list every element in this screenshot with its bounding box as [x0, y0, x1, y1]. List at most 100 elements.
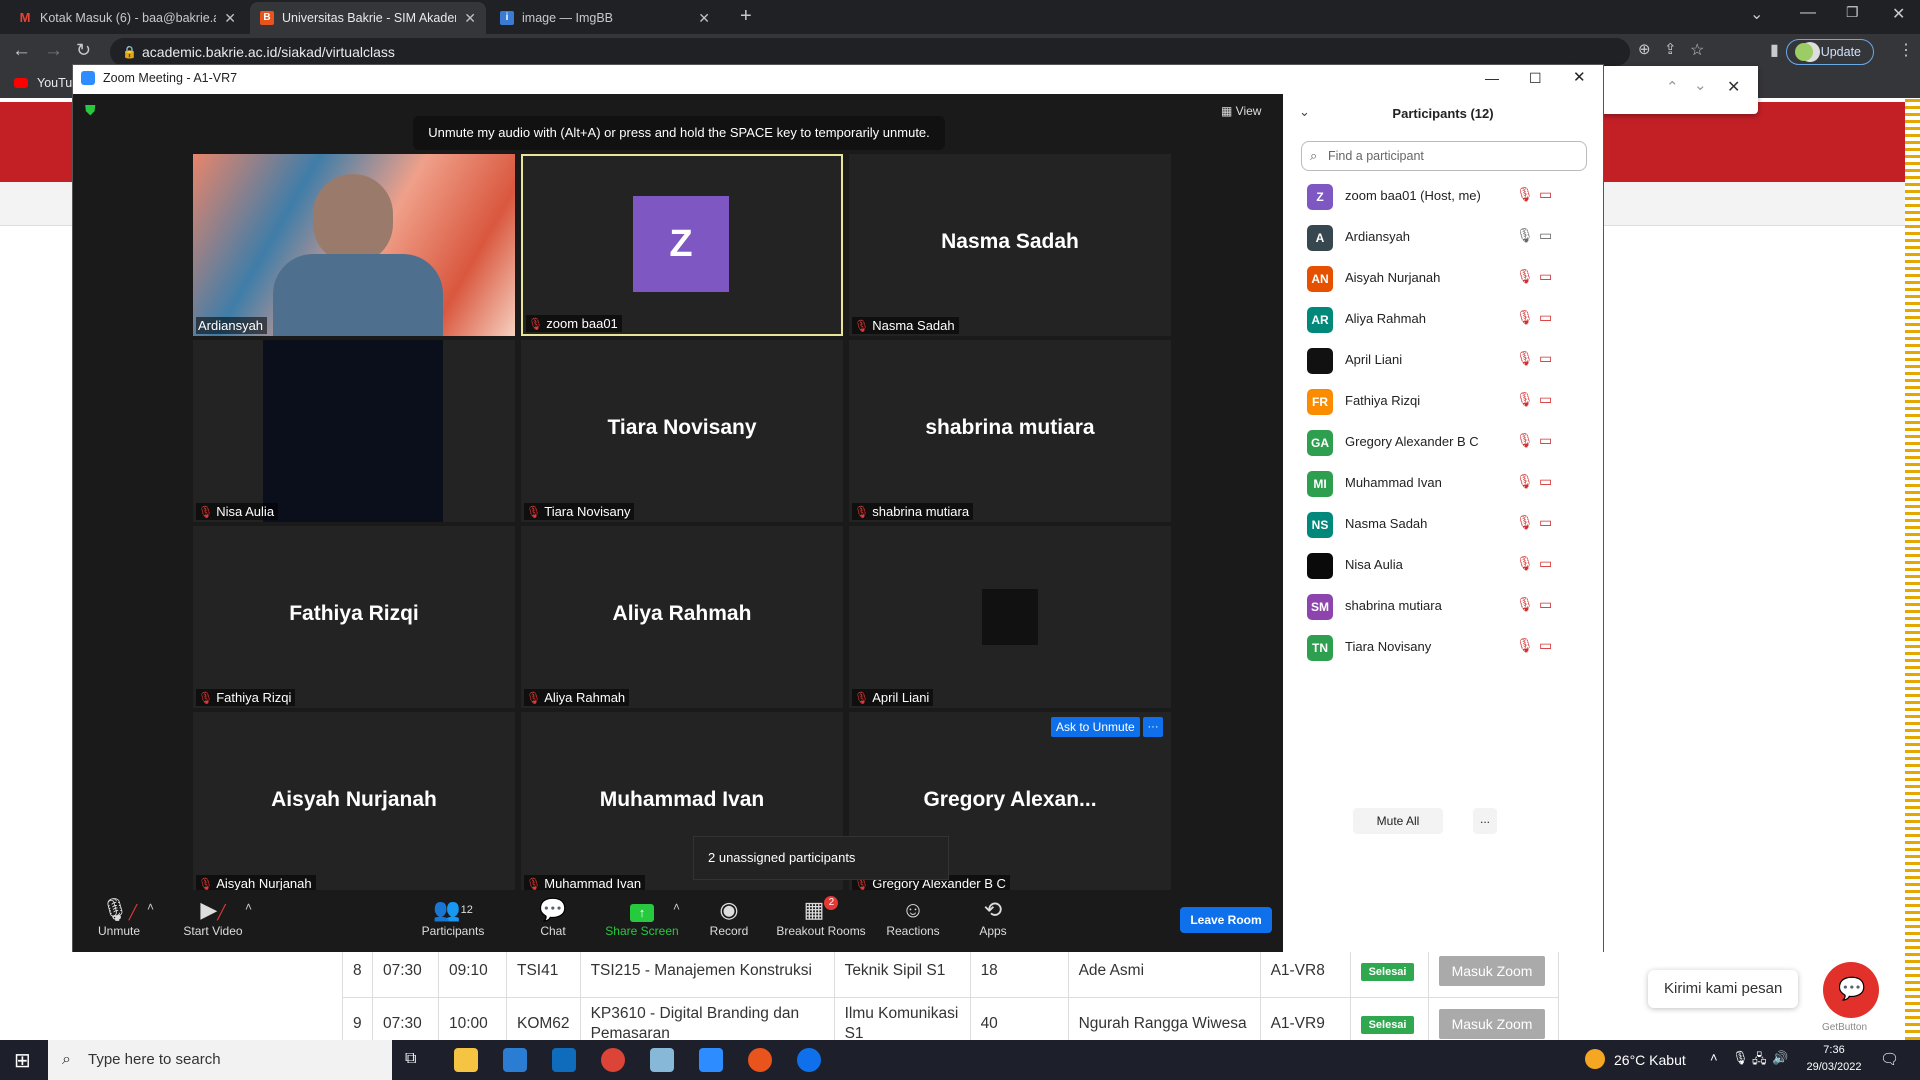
- tab-gmail[interactable]: M Kotak Masuk (6) - baa@bakrie.ac.id ✕: [8, 2, 246, 34]
- update-button[interactable]: Update: [1785, 39, 1874, 65]
- video-off-icon[interactable]: ▭: [1539, 555, 1552, 572]
- unassigned-participants-popup[interactable]: 2 unassigned participants: [693, 836, 949, 880]
- video-tile-april-liani[interactable]: 🎙 April Liani: [849, 526, 1171, 708]
- video-tile-fathiya-rizqi[interactable]: Fathiya Rizqi 🎙 Fathiya Rizqi: [193, 526, 515, 708]
- mic-muted-icon[interactable]: 🎙: [1516, 596, 1534, 613]
- mic-muted-icon[interactable]: 🎙: [1516, 473, 1534, 490]
- video-off-icon[interactable]: ▭: [1539, 391, 1552, 408]
- restore-icon[interactable]: ❐: [1846, 4, 1859, 21]
- store-icon[interactable]: [503, 1048, 527, 1072]
- video-off-icon[interactable]: ▭: [1539, 637, 1552, 654]
- close-window-icon[interactable]: ✕: [1573, 65, 1586, 91]
- close-tab-icon[interactable]: ✕: [698, 10, 710, 27]
- find-prev-icon[interactable]: ⌃: [1666, 78, 1679, 96]
- mic-muted-icon[interactable]: 🎙: [1516, 391, 1534, 408]
- mic-icon[interactable]: 🎙: [1516, 227, 1534, 244]
- taskbar-search-input[interactable]: ⌕ Type here to search: [48, 1040, 392, 1080]
- participant-row[interactable]: TN Tiara Novisany 🎙 ▭: [1283, 627, 1603, 668]
- start-video-button[interactable]: ▶╱ Start Video: [173, 896, 253, 938]
- participant-row[interactable]: Nisa Aulia 🎙 ▭: [1283, 545, 1603, 586]
- tab-search-icon[interactable]: ⌄: [1750, 4, 1763, 24]
- video-off-icon[interactable]: ▭: [1539, 350, 1552, 367]
- chrome-icon[interactable]: [601, 1048, 625, 1072]
- participant-row[interactable]: SM shabrina mutiara 🎙 ▭: [1283, 586, 1603, 627]
- record-button[interactable]: ◉ Record: [689, 896, 769, 938]
- chat-widget-message[interactable]: Kirimi kami pesan: [1648, 970, 1799, 1008]
- video-tile-tiara-novisany[interactable]: Tiara Novisany 🎙 Tiara Novisany: [521, 340, 843, 522]
- participant-row[interactable]: AR Aliya Rahmah 🎙 ▭: [1283, 299, 1603, 340]
- participant-row[interactable]: GA Gregory Alexander B C 🎙 ▭: [1283, 422, 1603, 463]
- video-off-icon[interactable]: ▭: [1539, 596, 1552, 613]
- shield-icon[interactable]: ⛊: [85, 102, 96, 119]
- tray-chevron-icon[interactable]: ˄: [1710, 1050, 1718, 1065]
- network-icon[interactable]: 🖧: [1752, 1050, 1767, 1072]
- reactions-button[interactable]: ☺ Reactions: [873, 896, 953, 938]
- close-tab-icon[interactable]: ✕: [464, 10, 476, 27]
- bookmark-star-icon[interactable]: ☆: [1690, 40, 1704, 60]
- video-tile-nisa-aulia[interactable]: 🎙 Nisa Aulia: [193, 340, 515, 522]
- menu-dots-icon[interactable]: ⋮: [1898, 40, 1914, 60]
- masuk-zoom-button[interactable]: Masuk Zoom: [1438, 956, 1546, 986]
- find-participant-input[interactable]: ⌕ Find a participant: [1301, 141, 1587, 171]
- ask-to-unmute-button[interactable]: Ask to Unmute: [1051, 717, 1140, 737]
- weather-text[interactable]: 26°C Kabut: [1614, 1052, 1686, 1068]
- participant-row[interactable]: MI Muhammad Ivan 🎙 ▭: [1283, 463, 1603, 504]
- mic-muted-icon[interactable]: 🎙: [1516, 186, 1534, 203]
- video-tile-aisyah-nurjanah[interactable]: Aisyah Nurjanah 🎙 Aisyah Nurjanah: [193, 712, 515, 894]
- mic-muted-icon[interactable]: 🎙: [1516, 350, 1534, 367]
- mute-all-button[interactable]: Mute All: [1353, 808, 1443, 834]
- clock-time[interactable]: 7:36: [1794, 1044, 1874, 1056]
- video-off-icon[interactable]: ▭: [1539, 473, 1552, 490]
- participant-row[interactable]: April Liani 🎙 ▭: [1283, 340, 1603, 381]
- minimize-icon[interactable]: —: [1800, 4, 1816, 22]
- video-tile-aliya-rahmah[interactable]: Aliya Rahmah 🎙 Aliya Rahmah: [521, 526, 843, 708]
- video-off-icon[interactable]: ▭: [1539, 186, 1552, 203]
- participants-button[interactable]: 👥12 Participants: [408, 896, 498, 938]
- bookmark-youtube[interactable]: YouTu: [37, 76, 72, 90]
- sidepanel-icon[interactable]: ▮: [1770, 40, 1779, 60]
- video-tile-ardiansyah[interactable]: Ardiansyah: [193, 154, 515, 336]
- maximize-icon[interactable]: ☐: [1529, 65, 1542, 91]
- close-window-icon[interactable]: ✕: [1892, 4, 1905, 24]
- back-icon[interactable]: ←: [12, 40, 31, 62]
- breakout-rooms-button[interactable]: ▦ 2 Breakout Rooms: [773, 896, 869, 938]
- task-view-icon[interactable]: ⧉: [405, 1050, 416, 1068]
- share-options-caret-icon[interactable]: ˄: [673, 900, 680, 914]
- share-icon[interactable]: ⇪: [1664, 40, 1677, 58]
- video-options-caret-icon[interactable]: ˄: [245, 900, 252, 914]
- video-tile-zoom-baa01[interactable]: Z 🎙 zoom baa01: [521, 154, 843, 336]
- windows-start-icon[interactable]: ⊞: [14, 1048, 31, 1073]
- zoom-page-icon[interactable]: ⊕: [1638, 40, 1651, 58]
- zoom-app-icon[interactable]: [699, 1048, 723, 1072]
- find-next-icon[interactable]: ⌄: [1694, 76, 1707, 94]
- minimize-icon[interactable]: —: [1485, 65, 1499, 91]
- mail-icon[interactable]: [552, 1048, 576, 1072]
- mic-muted-icon[interactable]: 🎙: [1516, 309, 1534, 326]
- notepad-icon[interactable]: [650, 1048, 674, 1072]
- tile-more-button[interactable]: ···: [1143, 717, 1163, 737]
- chat-widget-button[interactable]: 💬: [1823, 962, 1879, 1018]
- url-bar[interactable]: 🔒 academic.bakrie.ac.id/siakad/virtualcl…: [110, 38, 1630, 66]
- panel-more-button[interactable]: ...: [1473, 808, 1497, 834]
- mic-muted-icon[interactable]: 🎙: [1516, 555, 1534, 572]
- tab-bakrie[interactable]: B Universitas Bakrie - SIM Akademik ✕: [250, 2, 486, 34]
- mic-muted-icon[interactable]: 🎙: [1516, 268, 1534, 285]
- participant-row[interactable]: AN Aisyah Nurjanah 🎙 ▭: [1283, 258, 1603, 299]
- participant-row[interactable]: Zzoom baa01 (Host, me) 🎙 ▭: [1283, 176, 1603, 217]
- clock-date[interactable]: 29/03/2022: [1794, 1061, 1874, 1073]
- leave-room-button[interactable]: Leave Room: [1180, 907, 1272, 933]
- tab-imgbb[interactable]: i image — ImgBB ✕: [490, 2, 720, 34]
- notifications-icon[interactable]: 🗨: [1880, 1050, 1899, 1068]
- close-tab-icon[interactable]: ✕: [224, 10, 236, 27]
- video-off-icon[interactable]: ▭: [1539, 432, 1552, 449]
- file-explorer-icon[interactable]: [454, 1048, 478, 1072]
- masuk-zoom-button[interactable]: Masuk Zoom: [1438, 1009, 1546, 1039]
- mic-muted-icon[interactable]: 🎙: [1516, 432, 1534, 449]
- participant-row[interactable]: FR Fathiya Rizqi 🎙 ▭: [1283, 381, 1603, 422]
- new-tab-icon[interactable]: +: [740, 5, 752, 28]
- video-tile-shabrina-mutiara[interactable]: shabrina mutiara 🎙 shabrina mutiara: [849, 340, 1171, 522]
- volume-icon[interactable]: 🔊: [1772, 1050, 1788, 1066]
- video-off-icon[interactable]: ▭: [1539, 514, 1552, 531]
- teamviewer-icon[interactable]: [797, 1048, 821, 1072]
- find-close-icon[interactable]: ✕: [1727, 77, 1740, 97]
